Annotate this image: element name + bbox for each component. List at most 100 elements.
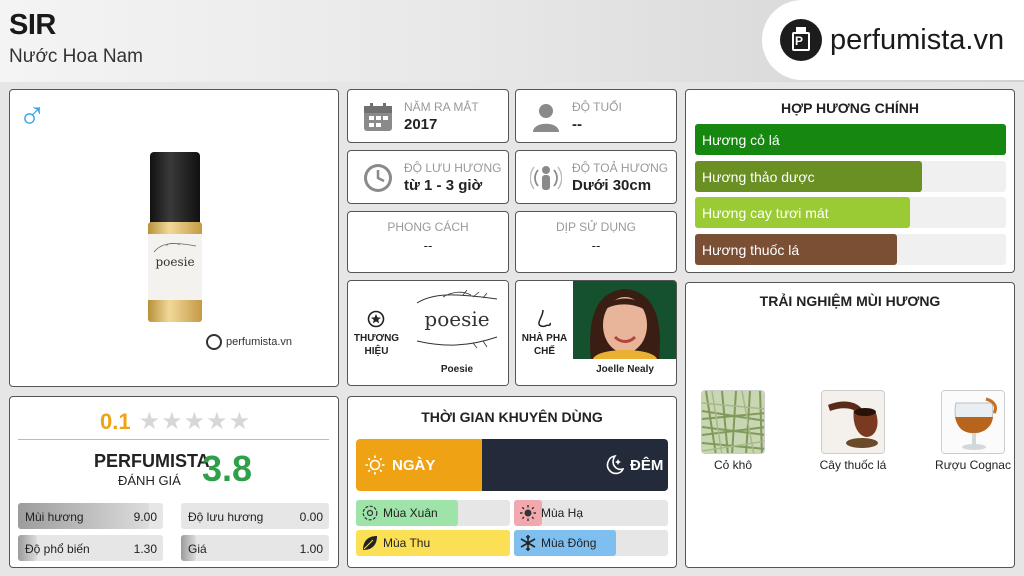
info-occasion: DỊP SỬ DỤNG -- — [515, 211, 677, 273]
stat-label: Mùi hương — [25, 510, 84, 524]
stat-label: Độ lưu hương — [188, 510, 264, 524]
perfumer-photo — [573, 281, 676, 359]
star-icon[interactable]: ★ — [229, 410, 251, 434]
perfumer-name: Joelle Nealy — [596, 364, 654, 375]
image-watermark: perfumista.vn — [206, 334, 292, 350]
perfumista-score: 3.8 — [202, 448, 253, 489]
info-value: từ 1 - 3 giờ — [404, 177, 483, 194]
brand-card[interactable]: THƯƠNG HIỆU poesie Poesie — [347, 280, 509, 386]
info-label: ĐỘ TUỔI — [572, 100, 622, 114]
note-label: Cây thuốc lá — [819, 458, 887, 472]
sillage-person-icon — [530, 166, 562, 190]
star-icon[interactable]: ★ — [206, 410, 228, 434]
leaf-icon — [363, 536, 377, 550]
cognac-glass-image — [941, 390, 1005, 454]
star-icon[interactable]: ★ — [184, 410, 206, 434]
note-item[interactable]: Cỏ khô — [693, 390, 773, 473]
moon-icon — [606, 454, 624, 475]
perfume-title: SIR — [9, 9, 56, 41]
divider — [18, 439, 329, 440]
info-label: PHONG CÁCH — [387, 220, 469, 234]
perfumista-logo-icon — [206, 334, 222, 350]
note-item[interactable]: Cây thuốc lá — [813, 390, 893, 473]
tobacco-pipe-image — [821, 390, 885, 454]
day-segment: NGÀY — [356, 439, 482, 491]
nose-icon — [538, 309, 551, 328]
note-item[interactable]: Rượu Cognac — [933, 390, 1013, 473]
site-logo-text: perfumista.vn — [830, 23, 1005, 56]
info-sillage: ĐỘ TOẢ HƯƠNG Dưới 30cm — [515, 150, 677, 204]
user-rating: 0.1 ★ ★ ★ ★ ★ — [100, 409, 251, 435]
accord-label: Hương cay tươi mát — [702, 205, 829, 221]
perfume-subtitle: Nước Hoa Nam — [9, 46, 143, 67]
header: SIR Nước Hoa Nam P perfumista.vn — [0, 0, 1024, 82]
accord-label: Hương thuốc lá — [702, 242, 800, 258]
season-winter: Mùa Đông — [514, 530, 668, 556]
male-gender-icon: ♂ — [18, 94, 47, 136]
info-label: ĐỘ TOẢ HƯƠNG — [572, 161, 669, 175]
perfumer-side: NHÀ PHA CHẾ — [516, 281, 573, 385]
info-style: PHONG CÁCH -- — [347, 211, 509, 273]
stat-label: Độ phổ biến — [25, 542, 90, 556]
season-summer: Mùa Hạ — [514, 500, 668, 526]
perfumer-card[interactable]: NHÀ PHA CHẾ Joelle Nealy — [515, 280, 677, 386]
stat-scent: Mùi hương 9.00 — [18, 503, 163, 529]
day-label: NGÀY — [392, 457, 436, 474]
stat-value: 1.30 — [133, 542, 157, 556]
night-label: ĐÊM — [630, 457, 664, 474]
info-value: Dưới 30cm — [572, 177, 652, 194]
day-night-bar: NGÀY ĐÊM — [356, 439, 668, 491]
info-longevity: ĐỘ LƯU HƯƠNG từ 1 - 3 giờ — [347, 150, 509, 204]
sun-icon — [365, 455, 385, 475]
info-label: DỊP SỬ DỤNG — [555, 220, 637, 234]
star-icon[interactable]: ★ — [161, 410, 183, 434]
night-segment: ĐÊM — [482, 439, 668, 491]
person-icon — [533, 104, 559, 132]
info-value: 2017 — [404, 116, 438, 133]
season-label: Mùa Xuân — [383, 506, 438, 520]
main-accords-panel: HỢP HƯƠNG CHÍNH Hương cỏ lá Hương thảo d… — [685, 89, 1015, 273]
notes-title: TRẢI NGHIỆM MÙI HƯƠNG — [759, 293, 941, 309]
accord-bar: Hương thuốc lá — [695, 234, 1006, 265]
stat-label: Giá — [188, 542, 207, 556]
stat-popularity: Độ phổ biến 1.30 — [18, 535, 163, 561]
star-circle-icon — [367, 310, 385, 328]
time-title: THỜI GIAN KHUYÊN DÙNG — [421, 409, 603, 425]
note-label: Cỏ khô — [713, 458, 753, 472]
perfumista-rating-label: PERFUMISTA — [94, 451, 210, 471]
product-bottle-image: poesie — [148, 152, 202, 324]
product-image-panel: ♂ poesie perfumista.vn — [9, 89, 339, 387]
note-label: Rượu Cognac — [935, 458, 1011, 472]
perfumista-rating-sublabel: ĐÁNH GIÁ — [118, 473, 181, 488]
accord-label: Hương thảo dược — [702, 169, 815, 185]
season-spring: Mùa Xuân — [356, 500, 510, 526]
stat-value: 9.00 — [133, 510, 157, 524]
site-logo[interactable]: P perfumista.vn — [762, 0, 1024, 80]
season-autumn: Mùa Thu — [356, 530, 510, 556]
season-fill — [356, 530, 510, 556]
rating-panel: 0.1 ★ ★ ★ ★ ★ PERFUMISTA ĐÁNH GIÁ 3.8 Mù… — [9, 396, 339, 568]
perfumer-label: NHÀ PHA CHẾ — [521, 333, 568, 357]
stat-price: Giá 1.00 — [181, 535, 329, 561]
accord-label: Hương cỏ lá — [702, 132, 780, 148]
season-label: Mùa Hạ — [541, 506, 584, 520]
watermark-text: perfumista.vn — [226, 336, 293, 348]
info-label: NĂM RA MẮT — [404, 100, 479, 114]
snowflake-icon — [520, 535, 536, 551]
accord-bar: Hương cay tươi mát — [695, 197, 1006, 228]
info-age: ĐỘ TUỔI -- — [515, 89, 677, 143]
season-label: Mùa Thu — [383, 536, 431, 550]
info-value: -- — [423, 238, 433, 253]
info-label: ĐỘ LƯU HƯƠNG — [404, 161, 502, 175]
brand-label: THƯƠNG HIỆU — [353, 333, 400, 357]
season-label: Mùa Đông — [541, 536, 597, 550]
sun-icon — [520, 505, 536, 521]
brand-name: Poesie — [440, 364, 474, 375]
brand-side: THƯƠNG HIỆU — [348, 281, 405, 385]
star-icon[interactable]: ★ — [139, 410, 161, 434]
hay-image — [701, 390, 765, 454]
user-score: 0.1 — [100, 409, 131, 434]
clock-icon — [364, 164, 392, 192]
stat-value: 1.00 — [299, 542, 323, 556]
info-value: -- — [591, 238, 601, 253]
